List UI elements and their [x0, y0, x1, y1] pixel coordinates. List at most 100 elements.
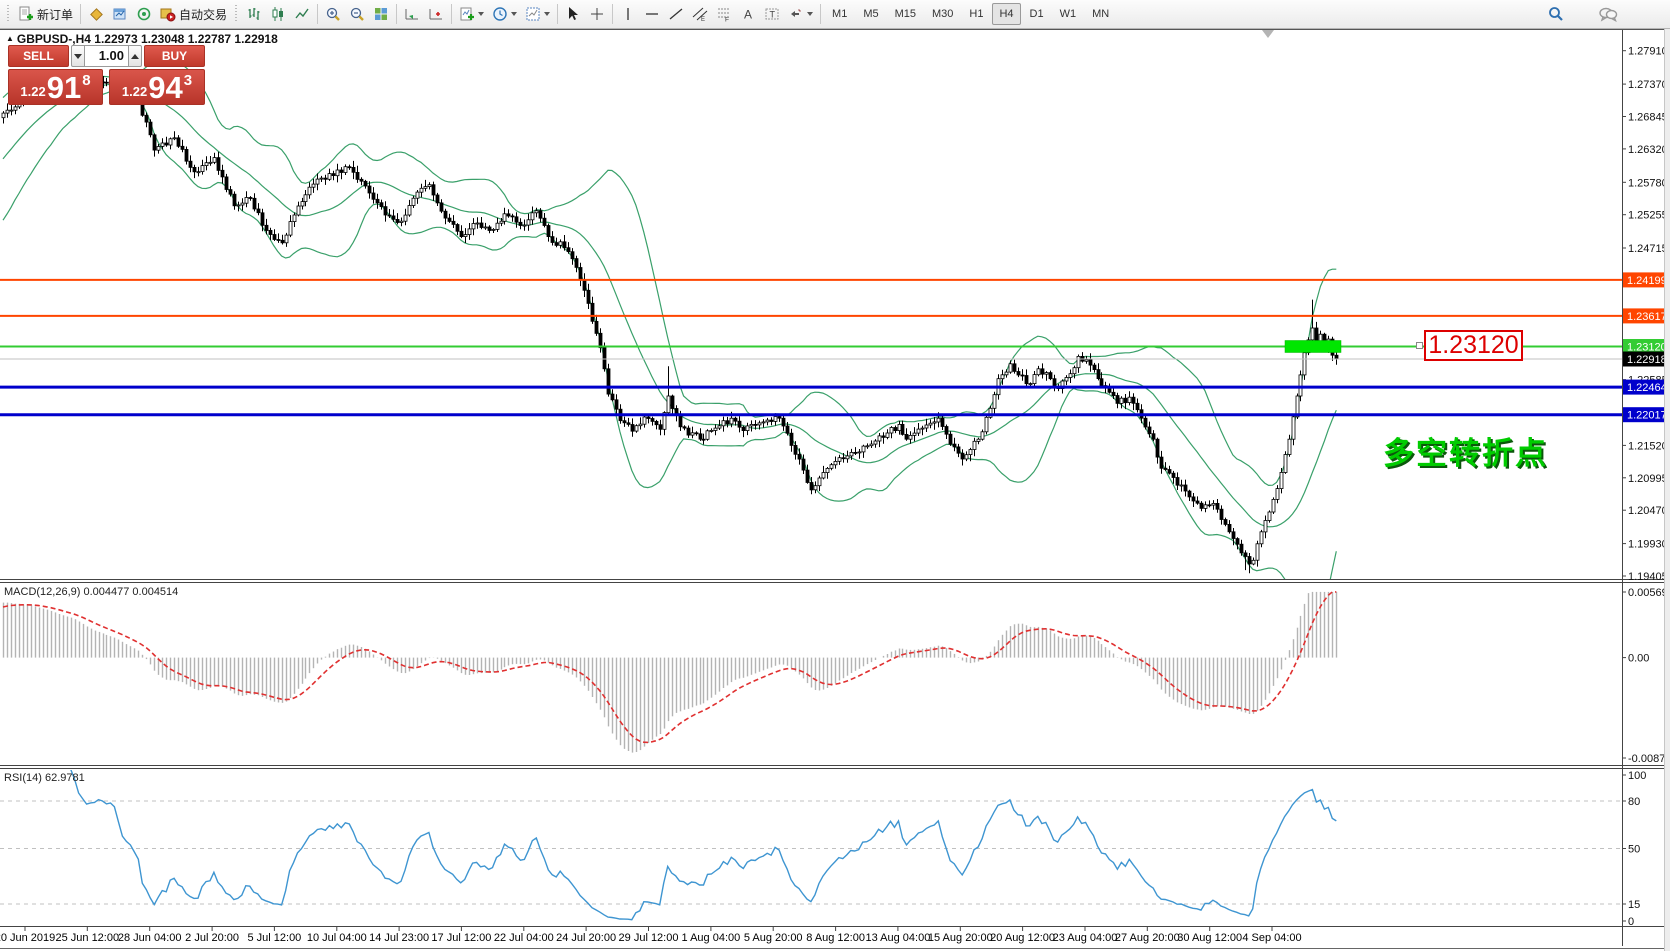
indicators-button[interactable] [456, 3, 487, 25]
callout-anchor-handle[interactable] [1416, 342, 1423, 349]
crosshair-button[interactable] [586, 3, 608, 25]
shift-marker-icon[interactable] [1262, 30, 1274, 38]
cursor-button[interactable] [562, 3, 584, 25]
zoom-in-button[interactable] [322, 3, 344, 25]
timeframe-d1-button[interactable]: D1 [1023, 3, 1051, 25]
svg-text:1.22464: 1.22464 [1627, 382, 1667, 394]
sell-price-box[interactable]: 1.22 91 8 [8, 69, 103, 105]
chart-canvas[interactable]: 1.279101.273701.268451.263201.257801.252… [0, 29, 1670, 951]
auto-trading-label: 自动交易 [179, 6, 227, 23]
toolbar-grip[interactable] [6, 5, 11, 23]
svg-text:28 Jun 04:00: 28 Jun 04:00 [118, 932, 182, 944]
hline-tool-button[interactable] [641, 3, 663, 25]
periods-button[interactable] [489, 3, 520, 25]
volume-increase-button[interactable] [128, 45, 142, 67]
vline-tool-button[interactable] [617, 3, 639, 25]
svg-text:15: 15 [1628, 899, 1640, 911]
timeframe-group: M1M5M15M30H1H4D1W1MN [824, 3, 1117, 25]
svg-text:29 Jul 12:00: 29 Jul 12:00 [619, 932, 679, 944]
timeframe-m1-button[interactable]: M1 [825, 3, 854, 25]
candle-chart-button[interactable] [267, 3, 289, 25]
timeframe-m15-button[interactable]: M15 [888, 3, 923, 25]
separator [820, 4, 821, 24]
chat-button[interactable] [1595, 3, 1621, 25]
svg-text:A: A [744, 8, 752, 22]
trade-prices-row: 1.22 91 8 1.22 94 3 [8, 69, 205, 105]
volume-decrease-button[interactable] [71, 45, 85, 67]
svg-text:1.24199: 1.24199 [1627, 275, 1667, 287]
line-chart-button[interactable] [291, 3, 313, 25]
sell-price-sup: 8 [82, 72, 90, 89]
price-axis[interactable]: 1.279101.273701.268451.263201.257801.252… [1622, 46, 1668, 583]
timeframe-h4-button[interactable]: H4 [992, 3, 1020, 25]
dropdown-arrow-icon [478, 12, 484, 16]
toolbar-grip[interactable] [234, 5, 239, 23]
svg-text:1.19930: 1.19930 [1628, 539, 1668, 551]
macd-axis[interactable]: 0.0056920.00-0.008717 [1622, 587, 1670, 765]
svg-text:10 Jul 04:00: 10 Jul 04:00 [307, 932, 367, 944]
market-watch-button[interactable] [109, 3, 131, 25]
svg-text:1.19405: 1.19405 [1628, 571, 1668, 583]
panel-separators[interactable] [0, 30, 1670, 949]
svg-text:20 Jun 2019: 20 Jun 2019 [0, 932, 55, 944]
cursor-icon [565, 6, 581, 22]
tile-windows-button[interactable] [370, 3, 392, 25]
timeframe-m5-button[interactable]: M5 [856, 3, 885, 25]
price-callout-label[interactable]: 1.23120 [1424, 330, 1523, 361]
green-zone-rect[interactable] [1285, 341, 1341, 353]
trade-buttons-row: SELL 1.00 BUY [8, 45, 205, 67]
signals-button[interactable] [133, 3, 155, 25]
svg-text:15 Aug 20:00: 15 Aug 20:00 [928, 932, 993, 944]
spin-up-icon [131, 54, 139, 59]
buy-button[interactable]: BUY [144, 45, 205, 67]
new-order-button[interactable]: 新订单 [15, 3, 76, 25]
time-axis[interactable]: 20 Jun 201925 Jun 12:0028 Jun 04:002 Jul… [0, 927, 1302, 945]
market-window-icon [112, 6, 128, 22]
symbol-header: ▲GBPUSD-,H4 1.22973 1.23048 1.22787 1.22… [6, 32, 278, 46]
separator [557, 4, 558, 24]
mt4-window: { "toolbar": { "new_order": "新订单", "auto… [0, 0, 1670, 951]
metaquotes-button[interactable] [85, 3, 107, 25]
search-button[interactable] [1544, 3, 1568, 25]
volume-input[interactable]: 1.00 [85, 45, 128, 67]
trendline-tool-button[interactable] [665, 3, 687, 25]
separator [396, 4, 397, 24]
signal-icon [136, 6, 152, 22]
svg-text:17 Jul 12:00: 17 Jul 12:00 [431, 932, 491, 944]
svg-text:1.20995: 1.20995 [1628, 473, 1668, 485]
macd-label: MACD(12,26,9) 0.004477 0.004514 [4, 586, 178, 598]
svg-text:5 Jul 12:00: 5 Jul 12:00 [247, 932, 301, 944]
trendline-icon [668, 6, 684, 22]
timeframe-w1-button[interactable]: W1 [1053, 3, 1084, 25]
label-tool-button[interactable]: T [761, 3, 783, 25]
timeframe-m30-button[interactable]: M30 [925, 3, 960, 25]
auto-scroll-button[interactable] [401, 3, 423, 25]
svg-text:1.26320: 1.26320 [1628, 144, 1668, 156]
toolbar-right [1543, 3, 1670, 25]
svg-text:1.25780: 1.25780 [1628, 177, 1668, 189]
search-icon [1547, 5, 1565, 23]
buy-price-box[interactable]: 1.22 94 3 [109, 69, 205, 105]
arrows-tool-button[interactable] [785, 3, 816, 25]
main-toolbar: 新订单 自动交易 E F A T M1M5M15M30H1H4D1W1MN [0, 0, 1670, 29]
svg-text:8 Aug 12:00: 8 Aug 12:00 [806, 932, 865, 944]
bollinger-middle-band [3, 84, 1336, 527]
channel-icon: E [692, 6, 708, 22]
turning-point-note[interactable]: 多空转折点 [1383, 428, 1548, 473]
templates-button[interactable] [522, 3, 553, 25]
text-tool-button[interactable]: A [737, 3, 759, 25]
sell-button[interactable]: SELL [8, 45, 69, 67]
channel-tool-button[interactable]: E [689, 3, 711, 25]
chart-shift-button[interactable] [425, 3, 447, 25]
fibonacci-icon: F [716, 6, 732, 22]
timeframe-h1-button[interactable]: H1 [962, 3, 990, 25]
main-chart-layer [2, 55, 1338, 628]
svg-text:1.22017: 1.22017 [1627, 410, 1667, 422]
auto-trading-button[interactable]: 自动交易 [157, 3, 230, 25]
rsi-axis[interactable]: 1008050150 [1622, 770, 1646, 928]
hline-objects-layer[interactable] [0, 280, 1622, 415]
fibonacci-tool-button[interactable]: F [713, 3, 735, 25]
bar-chart-button[interactable] [243, 3, 265, 25]
zoom-out-button[interactable] [346, 3, 368, 25]
timeframe-mn-button[interactable]: MN [1085, 3, 1116, 25]
